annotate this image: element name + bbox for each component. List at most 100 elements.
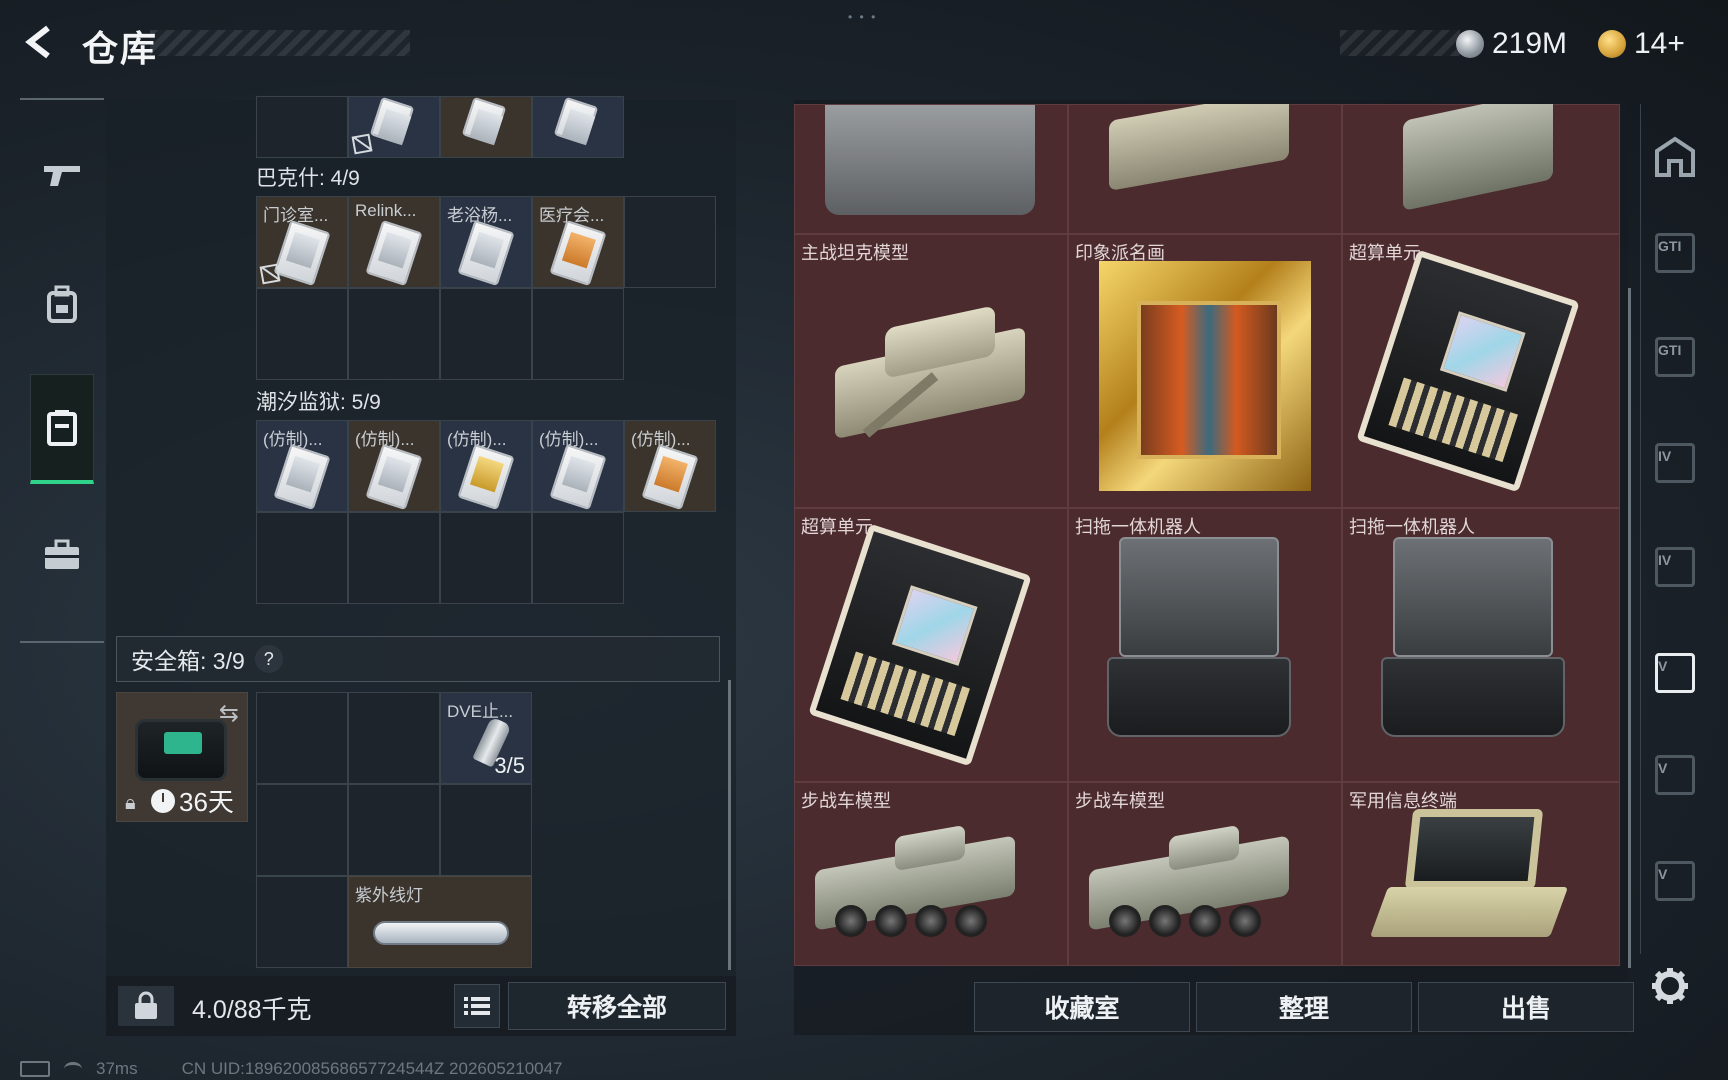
stash-item[interactable]: 步战车模型: [1068, 782, 1342, 966]
nav-vest[interactable]: [30, 374, 94, 484]
grid-cell[interactable]: [256, 876, 348, 968]
tab-v-active[interactable]: V: [1649, 642, 1701, 704]
grid-cell[interactable]: [256, 784, 348, 876]
container-title-bakshi: 巴克什: 4/9: [256, 167, 360, 190]
swap-icon[interactable]: ⇆: [219, 699, 239, 728]
nav-backpack[interactable]: [30, 250, 94, 360]
item-label: DVE止...: [447, 702, 514, 721]
back-button[interactable]: [18, 20, 62, 64]
grid-cell-item[interactable]: (仿制)...: [348, 420, 440, 512]
ping-value: 37ms: [96, 1059, 138, 1078]
uv-lamp-slot[interactable]: 紫外线灯: [348, 876, 532, 968]
stash-item[interactable]: 印象派名画: [1068, 234, 1342, 508]
tab-box-icon: IV: [1655, 443, 1695, 483]
grid-cell[interactable]: [348, 288, 440, 380]
vest-icon: [47, 409, 77, 446]
tab-box-icon: GTI: [1655, 233, 1695, 273]
grid-cell-item[interactable]: (仿制)...: [256, 420, 348, 512]
grid-cell[interactable]: [624, 196, 716, 288]
nav-case[interactable]: [30, 500, 94, 610]
grid-cell-item[interactable]: DVE止... 3/5: [440, 692, 532, 784]
grid-cell[interactable]: [440, 288, 532, 380]
currency-tickets[interactable]: 14+: [1598, 22, 1685, 66]
grid-cell-item[interactable]: [532, 96, 624, 158]
item-image: [825, 105, 1035, 215]
stash-item[interactable]: 步战车模型: [794, 782, 1068, 966]
tab-v-3[interactable]: V: [1649, 850, 1701, 912]
stash-item[interactable]: 超算单元: [1342, 234, 1620, 508]
grid-cell[interactable]: [348, 512, 440, 604]
currency-money[interactable]: 219M: [1456, 22, 1567, 66]
grid-cell[interactable]: [256, 692, 348, 784]
sell-button[interactable]: 出售: [1418, 982, 1634, 1032]
container-title-tidal-prison: 潮汐监狱: 5/9: [256, 391, 381, 414]
weight-value: 4.0/88千克: [192, 996, 312, 1024]
stash-item[interactable]: 扫拖一体机器人: [1068, 508, 1342, 782]
tank-model-image: [825, 287, 1035, 440]
grid-cell-item[interactable]: [348, 96, 440, 158]
stash-item[interactable]: 扫拖一体机器人: [1342, 508, 1620, 782]
drag-handle[interactable]: • • •: [848, 10, 880, 24]
stash-item[interactable]: 军用信息终端: [1342, 782, 1620, 966]
grid-cell-item[interactable]: 门诊室...: [256, 196, 348, 288]
tab-gti-1[interactable]: GTI: [1649, 222, 1701, 284]
grid-cell-item[interactable]: Relink...: [348, 196, 440, 288]
grid-cell-item[interactable]: 医疗会...: [532, 196, 624, 288]
tab-gti-2[interactable]: GTI: [1649, 326, 1701, 388]
list-icon: [464, 997, 490, 1015]
list-view-button[interactable]: [454, 984, 500, 1028]
broken-icon: [351, 133, 373, 155]
compute-unit-image: [1356, 249, 1580, 493]
tab-home[interactable]: [1649, 126, 1701, 188]
stash-scrollbar[interactable]: [1628, 288, 1631, 968]
sort-button[interactable]: 整理: [1196, 982, 1412, 1032]
uv-lamp-image: [373, 921, 509, 945]
briefcase-icon: [45, 539, 79, 569]
tickets-value: 14+: [1634, 27, 1685, 60]
grid-cell-item[interactable]: (仿制)...: [440, 420, 532, 512]
help-button[interactable]: ?: [254, 645, 283, 673]
item-image: [1403, 104, 1553, 211]
grid-cell[interactable]: [256, 288, 348, 380]
grid-cell[interactable]: [532, 288, 624, 380]
grid-cell-item[interactable]: [440, 96, 532, 158]
status-bar: 37ms CN UID:18962008568657724544Z 202605…: [20, 1058, 563, 1080]
grid-cell[interactable]: [440, 784, 532, 876]
nav-weapons[interactable]: [30, 120, 94, 230]
grid-cell[interactable]: [256, 96, 348, 158]
grid-cell-item[interactable]: 老浴杨...: [440, 196, 532, 288]
settings-button[interactable]: [1646, 962, 1694, 1010]
collection-room-button[interactable]: 收藏室: [974, 982, 1190, 1032]
grid-cell[interactable]: [532, 512, 624, 604]
tab-iv-2[interactable]: IV: [1649, 536, 1701, 598]
military-terminal-image: [1369, 809, 1569, 939]
back-arrow-icon: [25, 25, 50, 59]
tab-v-2[interactable]: V: [1649, 744, 1701, 806]
secure-case-slot[interactable]: ⇆ 🔒︎ 36天: [116, 692, 248, 822]
grid-cell[interactable]: [440, 512, 532, 604]
item-label: 紫外线灯: [355, 886, 423, 905]
left-nav: [20, 98, 104, 643]
grid-cell-item[interactable]: (仿制)...: [532, 420, 624, 512]
case-timer: 36天: [151, 782, 234, 819]
stash-item[interactable]: [794, 104, 1068, 234]
stash-item[interactable]: 超算单元: [794, 508, 1068, 782]
item-label: Relink...: [355, 201, 417, 220]
transfer-all-button[interactable]: 转移全部: [508, 982, 726, 1030]
item-label: 步战车模型: [801, 791, 891, 811]
ifv-model-image: [815, 823, 1025, 953]
timer-value: 36天: [179, 787, 234, 817]
stash-item[interactable]: [1342, 104, 1620, 234]
stash-item[interactable]: [1068, 104, 1342, 234]
left-scrollbar[interactable]: [728, 680, 731, 970]
lock-button[interactable]: [118, 986, 174, 1026]
item-image: [1109, 104, 1289, 191]
grid-cell[interactable]: [256, 512, 348, 604]
lock-icon: [135, 991, 157, 1019]
stash-item[interactable]: 主战坦克模型: [794, 234, 1068, 508]
backpack-icon: [47, 285, 77, 323]
grid-cell[interactable]: [348, 784, 440, 876]
tab-iv-1[interactable]: IV: [1649, 432, 1701, 494]
grid-cell-item[interactable]: (仿制)...: [624, 420, 716, 512]
grid-cell[interactable]: [348, 692, 440, 784]
